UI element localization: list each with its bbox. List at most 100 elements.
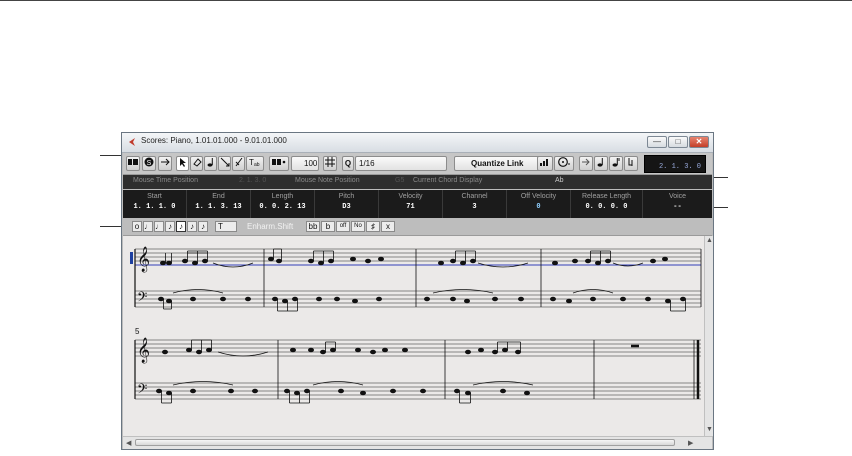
close-button[interactable]: ✕ (689, 136, 709, 148)
extended-toolbar: o ♩ ♩ ♪ ♪ ♪ ♪ T Enharm.Shift bb b off No… (123, 219, 712, 236)
trim-tool[interactable] (218, 156, 231, 171)
quantize-presets-dropdown[interactable]: 1/16 (355, 156, 447, 171)
object-select-icon (179, 158, 186, 167)
insert-velocity-button[interactable] (269, 156, 289, 171)
grid-button[interactable] (323, 156, 337, 171)
info-start-label: Start (147, 193, 162, 200)
solo-icon: S (144, 157, 154, 167)
auto-scroll-button[interactable] (158, 156, 172, 171)
note-value-whole[interactable]: o (132, 221, 142, 232)
tuplet-dropdown[interactable]: T (215, 221, 237, 232)
info-voice[interactable]: Voice -- (643, 190, 712, 218)
horizontal-scroll-thumb[interactable] (135, 439, 675, 446)
record-note-off-velocity-button[interactable] (624, 156, 638, 171)
step-input-button[interactable] (537, 156, 553, 171)
note-value-sixtyfourth[interactable]: ♪ (198, 221, 208, 232)
tuplet-label: T (218, 222, 223, 231)
show-info-button[interactable] (126, 156, 140, 171)
system-1-bass-staff (135, 290, 701, 308)
title-bar: Scores: Piano, 1.01.01.000 - 9.01.01.000… (122, 133, 713, 153)
mouse-time-position-label: Mouse Time Position (133, 177, 198, 184)
enharm-shift-label: Enharm.Shift (247, 222, 294, 231)
scroll-down-arrow-icon[interactable]: ▼ (706, 426, 713, 433)
score-notation: 𝄞 𝄢 5 𝄞 𝄢 (130, 246, 702, 404)
system-1-treble-staff (135, 248, 701, 266)
glue-tool[interactable] (232, 156, 245, 171)
minimize-button[interactable]: — (647, 136, 667, 148)
info-release-length[interactable]: Release Length 0. 0. 0. 0 (571, 190, 643, 218)
auto-scroll-icon (161, 158, 170, 166)
note-off-icon (628, 158, 633, 166)
velocity-value-field[interactable]: 100 (291, 156, 319, 171)
length-quantize-dropdown[interactable]: Quantize Link (454, 156, 541, 171)
move-insert-mode-button[interactable] (579, 156, 593, 171)
note-value-eighth[interactable]: ♪ (165, 221, 175, 232)
system-1-treble-notes (159, 248, 669, 268)
record-note-on-velocity-button[interactable] (609, 156, 623, 171)
score-editor-window: Scores: Piano, 1.01.01.000 - 9.01.01.000… (121, 132, 714, 450)
system-2-bass-staff (135, 382, 701, 400)
cubase-logo-icon (129, 138, 135, 146)
enharm-no[interactable]: No (351, 221, 365, 232)
quantize-button[interactable]: Q (342, 156, 354, 171)
info-off-velocity[interactable]: Off Velocity 0 (507, 190, 571, 218)
scroll-right-arrow-icon[interactable]: ▶ (688, 439, 693, 447)
toolbar: S Tab 100 Q 1/16 Quantize Link 2. 1. 3. … (123, 153, 712, 175)
info-channel[interactable]: Channel 3 (443, 190, 507, 218)
solo-button[interactable]: S (142, 156, 156, 171)
svg-text:ab: ab (254, 162, 260, 167)
system-1-bass-notes (157, 289, 687, 312)
layout-text-icon: Tab (249, 158, 260, 168)
bass-clef-icon: 𝄢 (137, 289, 147, 308)
page-top-rule (0, 0, 852, 1)
info-start[interactable]: Start 1. 1. 1. 0 (123, 190, 187, 218)
maximize-button[interactable]: □ (668, 136, 688, 148)
system-1-barlines (263, 249, 702, 307)
treble-clef-icon: 𝄞 (137, 246, 150, 272)
enharm-sharp[interactable]: ♯ (366, 221, 380, 232)
info-velocity-label: Velocity (398, 193, 423, 200)
info-length-value: 0. 0. 2. 13 (259, 203, 306, 211)
erase-tool[interactable] (190, 156, 203, 171)
info-panel-icon (128, 159, 138, 165)
midi-input-button[interactable] (554, 156, 574, 171)
measure-number-5: 5 (135, 327, 140, 336)
mouse-time-position-value: 2. 1. 3. 0 (239, 177, 267, 184)
mouse-note-position-label: Mouse Note Position (295, 177, 360, 184)
info-pitch[interactable]: Pitch D3 (315, 190, 379, 218)
enharm-flat[interactable]: b (321, 221, 335, 232)
enharm-double-sharp[interactable]: x (381, 221, 395, 232)
current-chord-display-label: Current Chord Display (413, 177, 483, 184)
horizontal-scrollbar[interactable]: ◀ ▶ (123, 436, 712, 449)
record-pitch-button[interactable] (594, 156, 608, 171)
mouse-note-position-value: G5 (395, 177, 405, 184)
layout-text-tool[interactable]: Tab (246, 156, 264, 171)
current-chord-display-value: Ab (555, 177, 564, 184)
draw-note-tool[interactable] (204, 156, 217, 171)
info-voice-label: Voice (668, 193, 687, 200)
note-value-sixteenth[interactable]: ♪ (176, 221, 186, 232)
note-value-half[interactable]: ♩ (143, 221, 153, 232)
midi-connector-icon (558, 157, 570, 167)
note-value-quarter[interactable]: ♩ (154, 221, 164, 232)
info-length[interactable]: Length 0. 0. 2. 13 (251, 190, 315, 218)
info-off-velocity-label: Off Velocity (520, 193, 557, 200)
score-display[interactable]: 𝄞 𝄢 5 𝄞 𝄢 (123, 236, 704, 436)
callout-line-extended-toolbar (100, 226, 122, 227)
info-velocity[interactable]: Velocity 71 (379, 190, 443, 218)
info-end[interactable]: End 1. 1. 3. 13 (187, 190, 251, 218)
enharm-double-flat[interactable]: bb (306, 221, 320, 232)
arrow-right-icon (582, 158, 590, 166)
object-select-tool[interactable] (176, 156, 189, 171)
enharm-off[interactable]: off (336, 221, 350, 232)
scroll-up-arrow-icon[interactable]: ▲ (706, 237, 713, 244)
position-display: 2. 1. 3. 0 (644, 155, 706, 173)
info-end-value: 1. 1. 3. 13 (195, 203, 242, 211)
scroll-left-arrow-icon[interactable]: ◀ (126, 439, 131, 447)
status-line: Mouse Time Position 2. 1. 3. 0 Mouse Not… (123, 175, 712, 189)
info-velocity-value: 71 (406, 203, 415, 211)
vertical-scrollbar[interactable]: ▲ ▼ (704, 236, 713, 436)
note-value-thirtysecond[interactable]: ♪ (187, 221, 197, 232)
info-voice-value: -- (673, 203, 682, 211)
info-line: Start 1. 1. 1. 0 End 1. 1. 3. 13 Length … (123, 190, 712, 218)
